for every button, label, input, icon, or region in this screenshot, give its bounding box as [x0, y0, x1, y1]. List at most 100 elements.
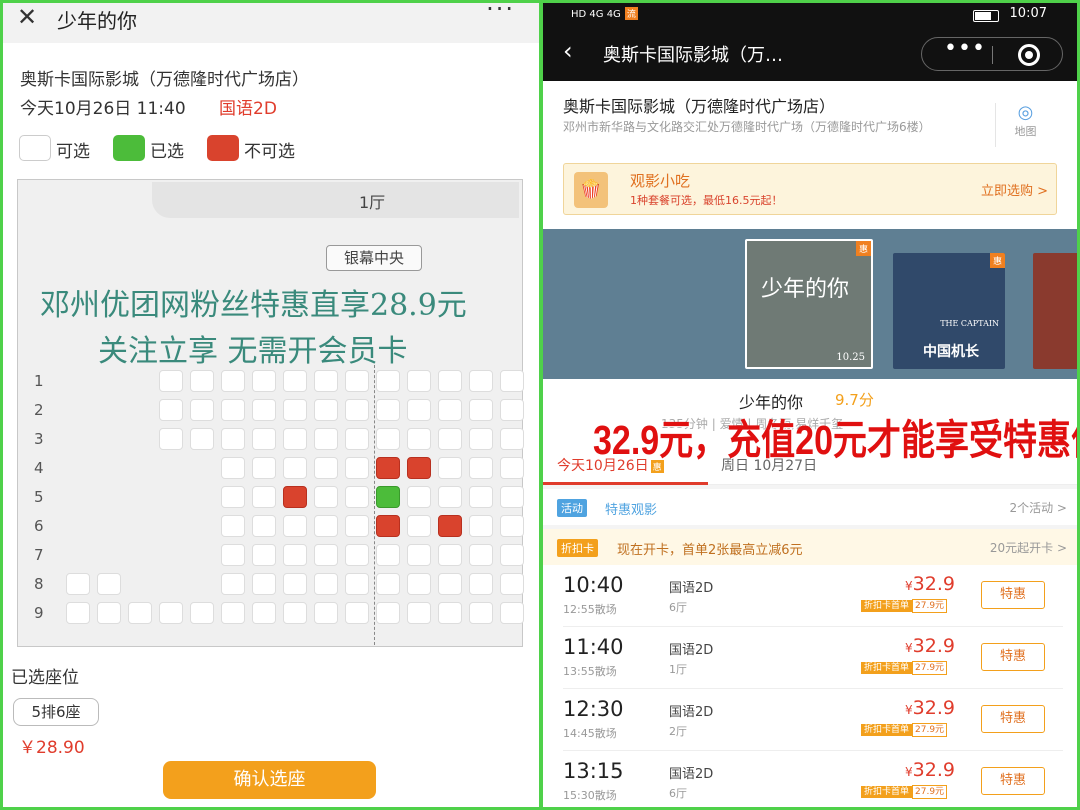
seat-available[interactable] [314, 573, 338, 595]
seat-available[interactable] [252, 515, 276, 537]
seat-available[interactable] [159, 602, 183, 624]
seat-available[interactable] [500, 428, 524, 450]
seat-available[interactable] [345, 515, 369, 537]
seat-available[interactable] [252, 602, 276, 624]
seat-available[interactable] [252, 486, 276, 508]
seat-available[interactable] [500, 399, 524, 421]
buy-button[interactable]: 特惠 [981, 705, 1045, 733]
seat-available[interactable] [407, 544, 431, 566]
seat-available[interactable] [438, 428, 462, 450]
seat-available[interactable] [438, 602, 462, 624]
seat-available[interactable] [376, 544, 400, 566]
seat-available[interactable] [128, 602, 152, 624]
seat-available[interactable] [438, 399, 462, 421]
seat-available[interactable] [221, 428, 245, 450]
seat-available[interactable] [66, 573, 90, 595]
seat-available[interactable] [345, 457, 369, 479]
open-card-link[interactable]: 20元起开卡 > [990, 539, 1067, 556]
seat-available[interactable] [283, 515, 307, 537]
seat-available[interactable] [283, 573, 307, 595]
seat-available[interactable] [500, 486, 524, 508]
showtime-row[interactable]: 11:40 13:55散场 国语2D 1厅 ¥32.9 折扣卡首单 27.9元 特惠 [563, 627, 1063, 689]
seat-available[interactable] [252, 544, 276, 566]
snack-promo[interactable]: 🍿 观影小吃 1种套餐可选，最低16.5元起！ 立即选购 > [563, 163, 1057, 215]
seat-available[interactable] [469, 515, 493, 537]
seat-available[interactable] [190, 602, 214, 624]
seat-available[interactable] [469, 486, 493, 508]
seat-available[interactable] [252, 399, 276, 421]
seat-available[interactable] [407, 399, 431, 421]
seat-available[interactable] [500, 457, 524, 479]
seat-available[interactable] [345, 370, 369, 392]
seat-available[interactable] [314, 544, 338, 566]
seat-available[interactable] [314, 399, 338, 421]
map-button[interactable]: ◎ 地图 [995, 103, 1055, 147]
seat-available[interactable] [97, 573, 121, 595]
seat-available[interactable] [407, 428, 431, 450]
seat-available[interactable] [345, 486, 369, 508]
seat-available[interactable] [283, 399, 307, 421]
seat-available[interactable] [159, 399, 183, 421]
seat-available[interactable] [345, 602, 369, 624]
more-icon[interactable]: ••• [944, 36, 986, 61]
poster-carousel[interactable]: 惠 少年的你 10.25 惠 THE CAPTAIN 中国机长 [543, 229, 1077, 379]
seat-available[interactable] [221, 370, 245, 392]
seat-available[interactable] [252, 428, 276, 450]
showtime-row[interactable]: 10:40 12:55散场 国语2D 6厅 ¥32.9 折扣卡首单 27.9元 特惠 [563, 565, 1063, 627]
poster-selected[interactable]: 惠 少年的你 10.25 [745, 239, 873, 369]
seat-available[interactable] [66, 602, 90, 624]
snack-buy-link[interactable]: 立即选购 > [981, 180, 1048, 199]
seat-available[interactable] [252, 370, 276, 392]
buy-button[interactable]: 特惠 [981, 581, 1045, 609]
poster-item[interactable] [1033, 253, 1077, 369]
seat-available[interactable] [500, 573, 524, 595]
seat-available[interactable] [469, 544, 493, 566]
seat-available[interactable] [469, 602, 493, 624]
seat-available[interactable] [314, 486, 338, 508]
seat-available[interactable] [438, 573, 462, 595]
seat-available[interactable] [221, 486, 245, 508]
showtime-row[interactable]: 12:30 14:45散场 国语2D 2厅 ¥32.9 折扣卡首单 27.9元 特惠 [563, 689, 1063, 751]
seat-available[interactable] [97, 602, 121, 624]
seat-available[interactable] [407, 573, 431, 595]
selected-seat-chip[interactable]: 5排6座 [13, 698, 99, 726]
seat-available[interactable] [252, 573, 276, 595]
activity-row[interactable]: 活动 特惠观影 2个活动 > [543, 489, 1077, 525]
seat-available[interactable] [221, 544, 245, 566]
seat-available[interactable] [345, 544, 369, 566]
seat-available[interactable] [500, 602, 524, 624]
seat-available[interactable] [469, 457, 493, 479]
seat-available[interactable] [469, 370, 493, 392]
seat-available[interactable] [314, 370, 338, 392]
seat-available[interactable] [283, 544, 307, 566]
seat-available[interactable] [221, 602, 245, 624]
seat-available[interactable] [159, 370, 183, 392]
seat-available[interactable] [469, 573, 493, 595]
buy-button[interactable]: 特惠 [981, 643, 1045, 671]
seat-available[interactable] [314, 602, 338, 624]
seat-available[interactable] [221, 399, 245, 421]
seat-available[interactable] [438, 486, 462, 508]
seat-available[interactable] [345, 428, 369, 450]
seat-available[interactable] [283, 370, 307, 392]
showtime-row[interactable]: 13:15 15:30散场 国语2D 6厅 ¥32.9 折扣卡首单 27.9元 特惠 [563, 751, 1063, 807]
seat-available[interactable] [283, 428, 307, 450]
seat-selected[interactable] [376, 486, 400, 508]
seat-available[interactable] [407, 602, 431, 624]
seat-available[interactable] [314, 428, 338, 450]
seat-available[interactable] [190, 428, 214, 450]
seat-available[interactable] [376, 602, 400, 624]
close-icon[interactable]: ✕ [17, 3, 37, 31]
seat-available[interactable] [438, 370, 462, 392]
seat-available[interactable] [469, 428, 493, 450]
close-miniapp-icon[interactable] [1018, 44, 1040, 66]
back-icon[interactable]: ‹ [563, 37, 573, 65]
seat-available[interactable] [345, 399, 369, 421]
more-icon[interactable]: ··· [486, 3, 515, 23]
seat-available[interactable] [438, 544, 462, 566]
seat-available[interactable] [190, 399, 214, 421]
activity-count[interactable]: 2个活动 > [1009, 499, 1067, 516]
seat-available[interactable] [345, 573, 369, 595]
seat-available[interactable] [407, 515, 431, 537]
seat-available[interactable] [190, 370, 214, 392]
